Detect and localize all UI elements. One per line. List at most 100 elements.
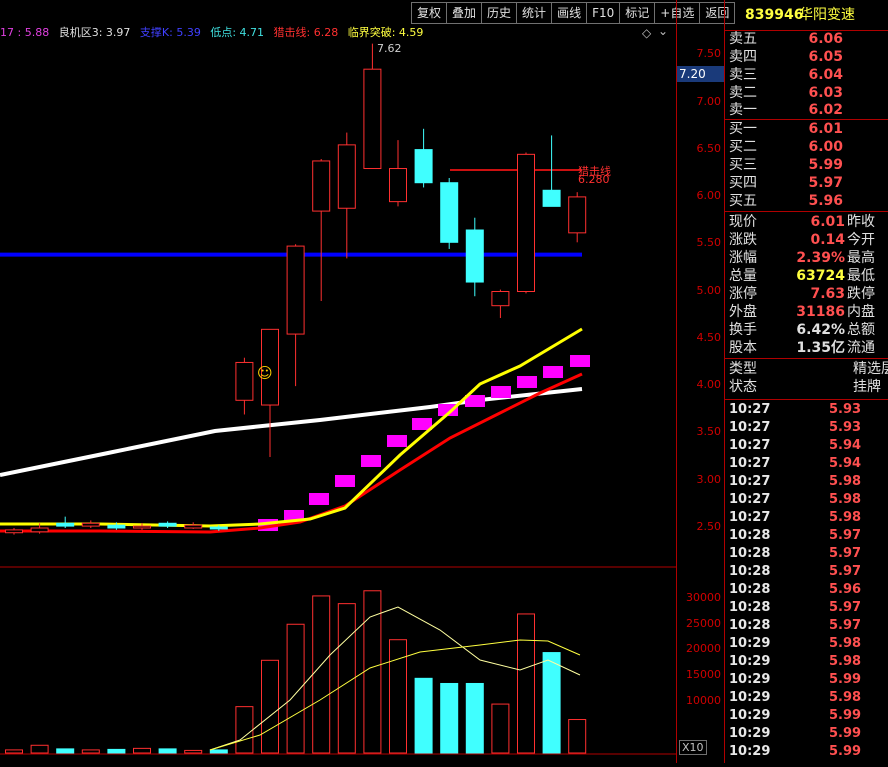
kline-chart-svg [0, 43, 676, 755]
mark-button[interactable]: 标记 [619, 2, 656, 24]
indicator-bar: 17 : 5.88 良机区3: 3.97 支撑K: 5.39 低点: 4.71 … [0, 24, 429, 40]
stock-code: 839946 [745, 7, 804, 23]
tick-time: 10:27 [729, 456, 771, 471]
divider [725, 358, 888, 359]
stat-label: 股本 [729, 340, 757, 356]
volume-bar [235, 706, 254, 754]
indicator-value: 支撑K: 5.39 [139, 26, 201, 39]
bid-row: 买三 5.99 [725, 156, 888, 174]
divider [725, 211, 888, 212]
tick-row: 10:28 5.97 [725, 599, 888, 617]
volume-bar [5, 749, 23, 754]
ask-row: 卖二 6.03 [725, 84, 888, 102]
tick-time: 10:28 [729, 618, 771, 633]
tick-time: 10:29 [729, 708, 771, 723]
chevron-down-icon[interactable]: ⌄ [658, 24, 668, 38]
restore-rights-button[interactable]: 复权 [411, 2, 448, 24]
info-row: 状态 挂牌 [725, 378, 888, 396]
stat-row: 涨幅 2.39% 最高 [725, 249, 888, 267]
tick-price: 5.98 [829, 474, 862, 489]
signal-block [543, 366, 563, 378]
stat-row: 现价 6.01 昨收 [725, 213, 888, 231]
tick-price: 5.97 [829, 564, 862, 579]
stat-label-2: 最高 [847, 250, 875, 266]
stock-title[interactable]: 839946 华阳变速 [725, 0, 888, 30]
volume-bar [158, 748, 177, 754]
f10-button[interactable]: F10 [586, 2, 621, 24]
tick-price: 5.98 [829, 492, 862, 507]
price-tick: 7.00 [696, 95, 722, 108]
tick-row: 10:27 5.98 [725, 509, 888, 527]
divider [725, 399, 888, 400]
volume-bar [542, 652, 561, 754]
bid-label: 买三 [729, 157, 757, 173]
tick-time: 10:28 [729, 582, 771, 597]
indicator-value: 猎击线: 6.28 [273, 26, 339, 39]
candle-body [184, 524, 203, 529]
kline-chart[interactable] [0, 0, 676, 763]
statistics-button[interactable]: 统计 [516, 2, 553, 24]
bid-row: 买一 6.01 [725, 120, 888, 138]
ask-label: 卖三 [729, 67, 757, 83]
stat-row: 涨停 7.63 跌停 [725, 285, 888, 303]
stat-row: 换手 6.42% 总额 [725, 321, 888, 339]
ask-price: 6.05 [808, 49, 843, 65]
tick-time: 10:28 [729, 528, 771, 543]
tick-price: 5.97 [829, 618, 862, 633]
candle-body [542, 189, 561, 207]
tick-time: 10:29 [729, 672, 771, 687]
tick-row: 10:29 5.98 [725, 689, 888, 707]
history-button[interactable]: 历史 [481, 2, 518, 24]
candle-body [465, 229, 484, 283]
ask-price: 6.03 [808, 85, 843, 101]
tick-row: 10:27 5.98 [725, 491, 888, 509]
stat-value: 2.39% [796, 250, 845, 266]
tick-time: 10:27 [729, 492, 771, 507]
candle-body [568, 196, 587, 234]
bid-price: 6.00 [808, 139, 843, 155]
overlay-button[interactable]: 叠加 [446, 2, 483, 24]
candle-body [5, 529, 23, 534]
tick-price: 5.93 [829, 402, 862, 417]
tick-row: 10:29 5.98 [725, 653, 888, 671]
candle-body [107, 524, 126, 529]
tick-row: 10:29 5.99 [725, 743, 888, 761]
volume-bar [184, 749, 203, 754]
stat-label: 外盘 [729, 304, 757, 320]
info-row: 类型 精选层 [725, 360, 888, 378]
volume-tick: 30000 [686, 591, 721, 604]
bid-price: 5.96 [808, 193, 843, 209]
volume-bar [414, 677, 433, 754]
price-tick: 5.00 [696, 284, 722, 297]
ma-yellow-line [0, 327, 583, 528]
stat-label-2: 内盘 [847, 304, 875, 320]
tick-price: 5.94 [829, 456, 862, 471]
price-axis: 7.50 7.20 7.00 6.50 6.00 5.50 5.00 4.50 … [676, 0, 725, 763]
stat-row: 股本 1.35亿 流通 [725, 339, 888, 357]
stat-label-2: 最低 [847, 268, 875, 284]
stat-value: 6.01 [810, 214, 845, 230]
price-tick: 3.00 [696, 473, 722, 486]
signal-block [387, 435, 407, 447]
candle-body [235, 361, 254, 401]
volume-tick: 20000 [686, 642, 721, 655]
price-tick: 2.50 [696, 520, 722, 533]
ask-row: 卖五 6.06 [725, 30, 888, 48]
bid-label: 买四 [729, 175, 757, 191]
volume-bar [491, 703, 510, 754]
draw-line-button[interactable]: 画线 [551, 2, 588, 24]
info-label: 状态 [729, 379, 757, 395]
bid-price: 5.99 [808, 157, 843, 173]
tick-row: 10:29 5.99 [725, 725, 888, 743]
tick-price: 5.98 [829, 654, 862, 669]
candle-body [363, 68, 382, 170]
tick-price: 5.98 [829, 690, 862, 705]
bid-row: 买四 5.97 [725, 174, 888, 192]
ask-price: 6.06 [808, 31, 843, 47]
ask-price: 6.02 [808, 102, 843, 118]
diamond-icon[interactable]: ◇ [642, 26, 651, 40]
ma-white-line [0, 387, 583, 477]
signal-block [570, 355, 590, 367]
volume-bar [56, 748, 75, 754]
stat-row: 涨跌 0.14 今开 [725, 231, 888, 249]
